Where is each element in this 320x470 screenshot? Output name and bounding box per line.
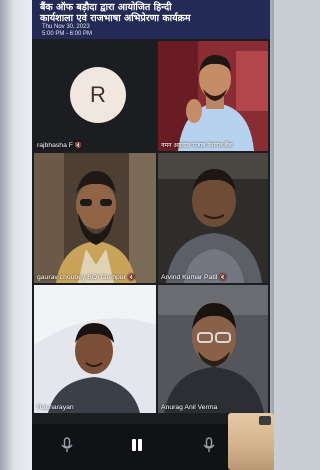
participant-tile[interactable]: Raj narayan [34, 285, 156, 413]
participant-tile[interactable]: R rajbhasha F 🔇 [34, 41, 156, 151]
mic-off-icon: 🔇 [219, 275, 227, 281]
pause-icon[interactable] [128, 436, 146, 454]
meeting-screen: बैंक ऑफ बड़ौदा द्वारा आयोजित हिन्दी कार्… [32, 0, 270, 470]
mic-off-icon: 🔇 [74, 143, 83, 149]
mic-off-icon: 🔇 [127, 275, 136, 281]
meeting-title-line1: बैंक ऑफ बड़ौदा द्वारा आयोजित हिन्दी [40, 2, 172, 13]
participant-name: gaurav choubey BOI fatehpur [37, 274, 126, 281]
self-view-thumbnail[interactable] [228, 413, 274, 470]
meeting-header: बैंक ऑफ बड़ौदा द्वारा आयोजित हिन्दी कार्… [32, 0, 270, 39]
participant-tile[interactable]: Anurag Anil Verma [158, 285, 268, 413]
switch-camera-icon[interactable] [259, 416, 271, 425]
participant-name: rajbhasha F [37, 142, 73, 149]
participant-video [34, 285, 156, 413]
mic-icon[interactable] [58, 436, 76, 454]
participant-tile-active-speaker[interactable]: नमन अग्रवाल पंजाब नेशनल बैंक [158, 41, 268, 151]
participant-name: Raj narayan [37, 404, 74, 411]
participant-name: Arvind Kumar Patil [161, 274, 218, 281]
participant-video [158, 153, 268, 283]
meeting-date: Thu Nov 30, 2023 [42, 24, 90, 30]
meeting-time: 5:00 PM - 6:00 PM [42, 31, 93, 37]
participant-avatar: R [70, 67, 126, 123]
meeting-title-line2: कार्यशाला एवं राजभाषा अभिप्रेरणा कार्यक्… [40, 13, 191, 24]
participant-tile[interactable]: gaurav choubey BOI fatehpur 🔇 [34, 153, 156, 283]
mic-icon[interactable] [200, 436, 218, 454]
participant-video [158, 41, 268, 151]
participant-video [158, 285, 268, 413]
participant-tile[interactable]: Arvind Kumar Patil 🔇 [158, 153, 268, 283]
participant-name: नमन अग्रवाल पंजाब नेशनल बैंक [161, 142, 233, 149]
participant-video [34, 153, 156, 283]
participant-name: Anurag Anil Verma [161, 404, 218, 411]
